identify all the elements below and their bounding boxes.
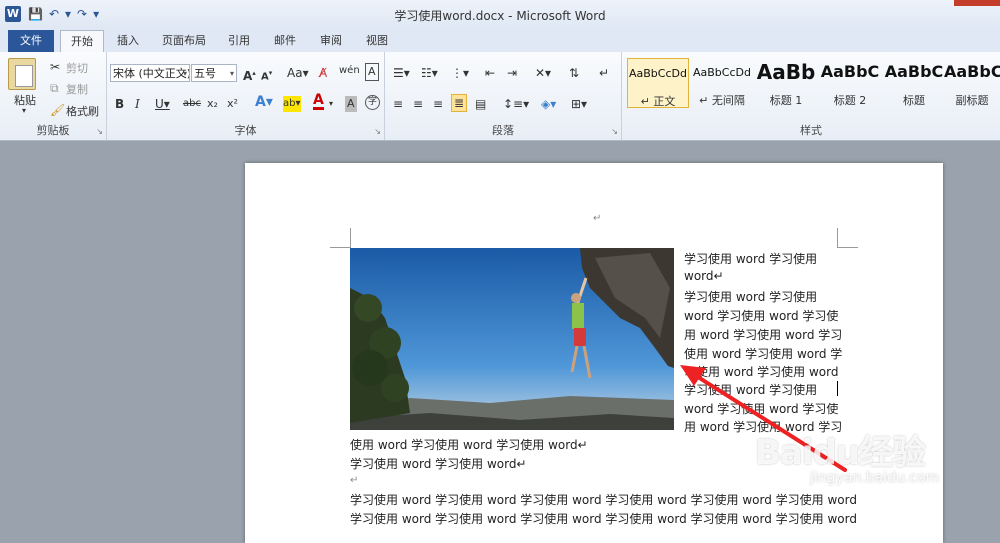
watermark-url: jingyan.baidu.com: [810, 470, 940, 486]
watermark-brand: Baidu经验: [755, 433, 926, 473]
baidu-watermark: Baidu经验: [755, 425, 926, 474]
